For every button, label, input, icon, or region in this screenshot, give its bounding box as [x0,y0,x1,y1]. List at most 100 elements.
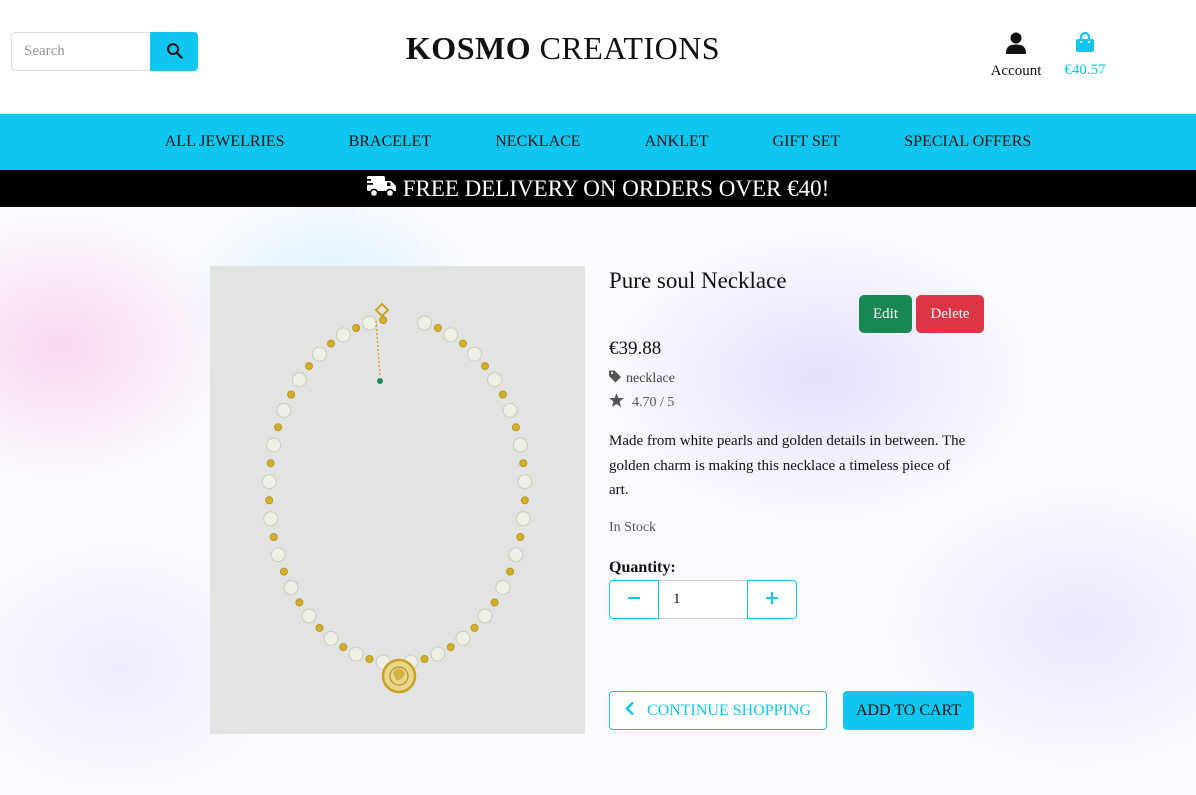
product-image [210,266,585,734]
gold-bead [446,643,455,652]
add-to-cart-button[interactable]: ADD TO CART [843,691,974,730]
increment-button[interactable] [747,580,797,619]
gold-bead [516,533,525,541]
cart-total: €40.57 [1064,62,1106,78]
pearl-bead [487,372,503,388]
gold-bead [352,324,361,332]
product-description: Made from white pearls and golden detail… [609,433,966,498]
gold-bead [266,459,275,468]
quantity-label: Quantity: [609,559,676,576]
star-icon [609,393,632,412]
pearl-bead [508,547,524,563]
pearl-bead [495,580,511,595]
stock-status: In Stock [609,520,657,535]
necklace-illustration [210,266,585,734]
gold-bead [305,362,313,371]
pearl-bead [477,608,493,624]
brand-bold: KOSMO [405,30,532,66]
product-price: €39.88 [609,338,662,359]
gold-bead [506,567,515,576]
product-category[interactable]: necklace [609,370,675,388]
continue-shopping-button[interactable]: CONTINUE SHOPPING [609,691,827,730]
pearl-bead [323,630,339,646]
pearl-bead [261,474,277,490]
decrement-button[interactable] [609,580,659,619]
gold-bead [315,623,324,632]
pearl-bead [283,580,299,595]
gold-bead [433,324,442,332]
pearl-bead [455,630,471,646]
pearl-bead [502,402,518,418]
pearl-bead [276,402,292,418]
gold-bead [379,316,388,324]
plus-icon [765,591,779,608]
nav-item-anklet[interactable]: ANKLET [645,133,709,151]
gold-bead [519,459,528,468]
pearl-bead [312,346,327,362]
minus-icon [627,591,641,608]
gold-bead [327,339,335,348]
product-detail-section: Pure soul Necklace Edit Delete €39.88 ne… [0,207,1196,795]
pearl-bead [348,646,364,662]
pearl-bead [270,547,286,563]
gold-bead [274,423,283,432]
gold-bead [279,567,288,576]
pearl-bead [515,511,531,527]
gold-bead [365,655,374,663]
pearl-bead [291,372,307,388]
quantity-input[interactable] [659,580,747,619]
pearl-bead [517,474,533,490]
chevron-left-icon [625,701,647,721]
main-nav: ALL JEWELRIES BRACELET NECKLACE ANKLET G… [0,114,1196,170]
nav-item-bracelet[interactable]: BRACELET [349,133,432,151]
gold-bead [459,339,467,348]
rating-value: 4.70 / 5 [632,394,675,410]
gold-bead [490,598,499,607]
pearl-bead [417,315,432,331]
gold-bead [339,643,348,652]
cart-link[interactable]: €40.57 [1058,31,1112,79]
pearl-bead [512,437,528,453]
edit-button[interactable]: Edit [859,295,912,333]
gold-bead [470,623,479,632]
nav-item-all-jewelries[interactable]: ALL JEWELRIES [165,133,285,151]
admin-actions: Edit Delete [859,295,984,333]
continue-shopping-label: CONTINUE SHOPPING [646,701,811,719]
account-label: Account [990,63,1042,79]
delete-button[interactable]: Delete [916,295,984,333]
gold-bead [511,423,520,432]
truck-icon [363,174,403,204]
pearl-bead [467,346,482,362]
gold-bead [481,362,489,371]
delivery-banner: FREE DELIVERY ON ORDERS OVER €40! [0,170,1196,207]
gold-bead [295,598,304,607]
gold-bead [287,390,296,399]
tag-icon [609,370,626,388]
pearl-bead [301,608,317,624]
gold-bead [269,533,278,541]
quantity-stepper [609,580,797,619]
pearl-bead [362,315,377,331]
pearl-bead [263,511,279,527]
gold-bead [520,496,529,505]
gold-bead [498,390,507,399]
site-header: KOSMO CREATIONS Account €40.57 [0,0,1196,114]
nav-item-necklace[interactable]: NECKLACE [495,133,580,151]
nav-item-special-offers[interactable]: SPECIAL OFFERS [904,133,1031,151]
brand-logo[interactable]: KOSMO CREATIONS [0,30,1126,67]
pearl-bead [443,327,459,343]
product-details: Pure soul Necklace Edit Delete €39.88 ne… [609,266,989,730]
brand-rest: CREATIONS [531,30,721,66]
product-rating: 4.70 / 5 [609,393,674,412]
gold-bead [265,496,274,505]
banner-text: FREE DELIVERY ON ORDERS OVER €40! [402,175,830,201]
user-icon [1006,32,1026,58]
account-link[interactable]: Account [984,32,1048,80]
gold-bead [420,655,429,663]
shopping-bag-icon [1075,31,1095,57]
pearl-bead [266,437,282,453]
nav-item-gift-set[interactable]: GIFT SET [773,133,841,151]
pearl-bead [335,327,351,343]
product-name: Pure soul Necklace [609,268,787,293]
category-label: necklace [626,371,675,386]
